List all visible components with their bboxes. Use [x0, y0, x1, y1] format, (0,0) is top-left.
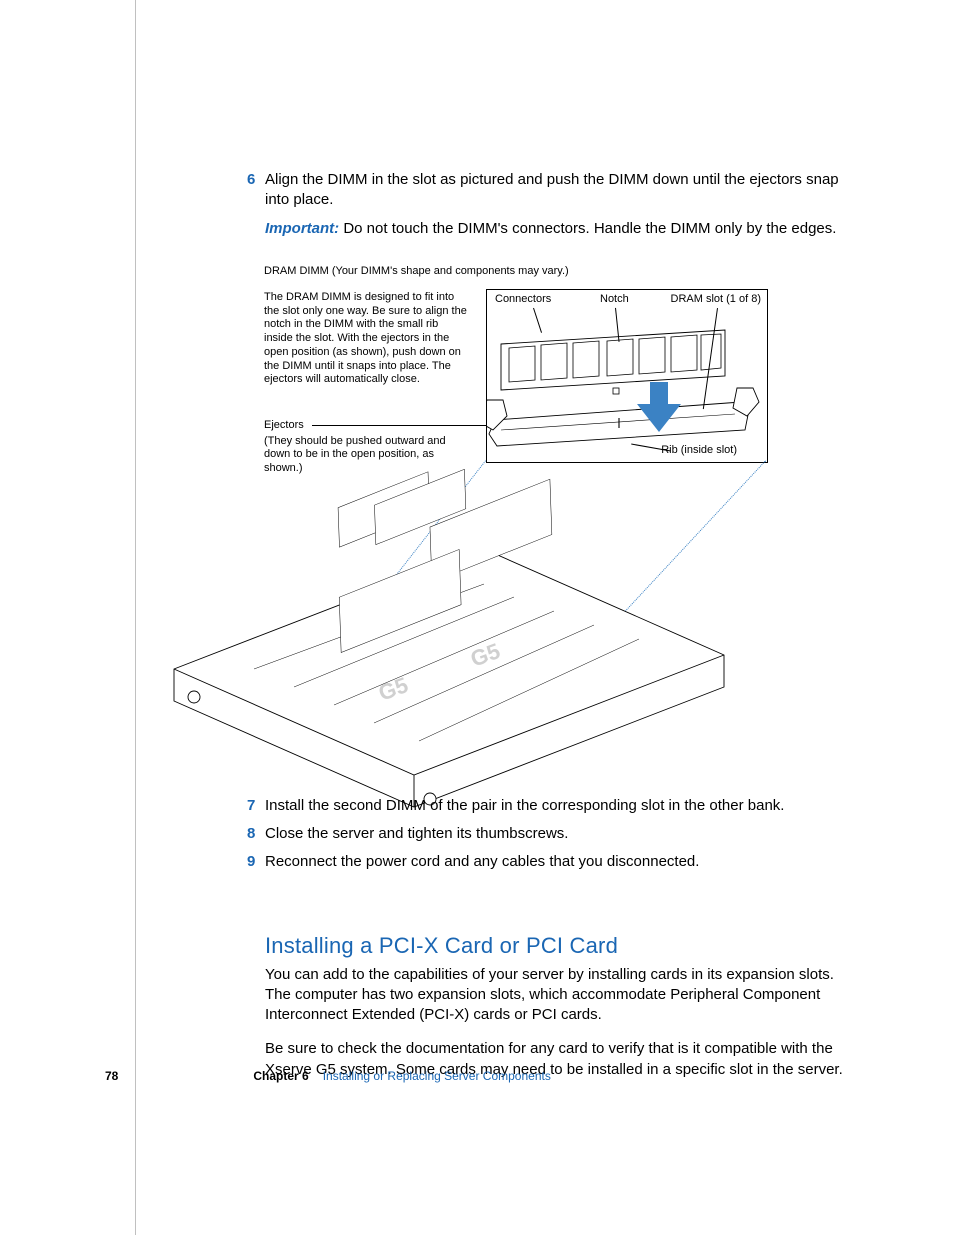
dimm-install-diagram: DRAM DIMM (Your DIMM's shape and compone…	[264, 259, 874, 784]
label-notch: Notch	[600, 293, 629, 307]
step-number: 9	[247, 852, 255, 872]
section-heading: Installing a PCI-X Card or PCI Card	[265, 933, 859, 959]
diagram-note: The DRAM DIMM is designed to fit into th…	[264, 291, 470, 387]
page: 6 Align the DIMM in the slot as pictured…	[0, 0, 954, 1235]
step-6: 6 Align the DIMM in the slot as pictured…	[265, 170, 859, 211]
step-text: Reconnect the power cord and any cables …	[265, 853, 699, 870]
diagram-title: DRAM DIMM (Your DIMM's shape and compone…	[264, 265, 569, 279]
step-7: 7 Install the second DIMM of the pair in…	[265, 796, 859, 816]
step-9: 9 Reconnect the power cord and any cable…	[265, 852, 859, 872]
step-number: 8	[247, 824, 255, 844]
chapter-number: Chapter 6	[253, 1069, 308, 1083]
step-text: Close the server and tighten its thumbsc…	[265, 825, 568, 842]
step-text: Align the DIMM in the slot as pictured a…	[265, 171, 839, 208]
label-dram-slot: DRAM slot (1 of 8)	[671, 293, 761, 307]
section-para-1: You can add to the capabilities of your …	[265, 965, 859, 1026]
dimm-svg	[487, 290, 767, 462]
chapter-title: Installing or Replacing Server Component…	[323, 1069, 551, 1083]
label-connectors: Connectors	[495, 293, 551, 307]
step-6-important: Important: Do not touch the DIMM's conne…	[265, 219, 859, 239]
page-footer: 78 Chapter 6 Installing or Replacing Ser…	[105, 1069, 954, 1083]
label-rib: Rib (inside slot)	[661, 444, 737, 458]
server-chassis-svg: G5 G5	[134, 469, 744, 809]
dimm-detail-box: Connectors Notch DRAM slot (1 of 8)	[486, 289, 768, 463]
important-text: Do not touch the DIMM's connectors. Hand…	[339, 220, 836, 237]
ejectors-label: Ejectors	[264, 419, 304, 431]
important-label: Important:	[265, 220, 339, 237]
step-number: 7	[247, 796, 255, 816]
step-text: Install the second DIMM of the pair in t…	[265, 797, 784, 814]
step-8: 8 Close the server and tighten its thumb…	[265, 824, 859, 844]
diagram-ejectors: Ejectors (They should be pushed outward …	[264, 419, 472, 476]
page-number: 78	[105, 1069, 118, 1083]
step-number: 6	[247, 170, 255, 190]
arrow-down-icon	[637, 382, 681, 432]
